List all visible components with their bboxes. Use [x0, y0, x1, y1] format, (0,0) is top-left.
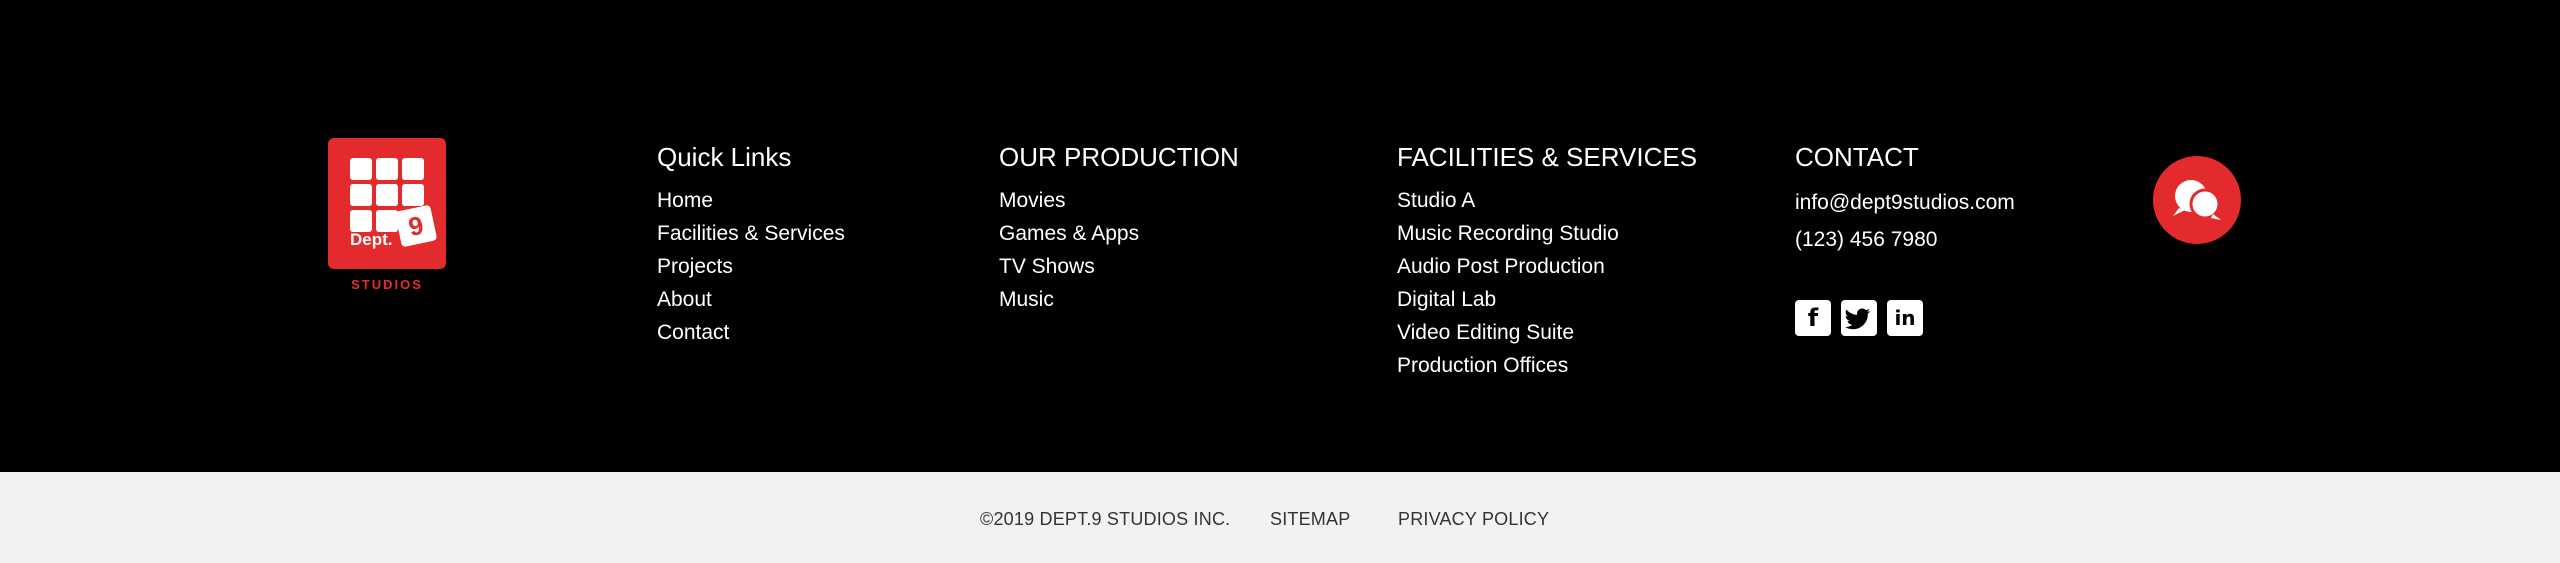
- facility-link-studio-a[interactable]: Studio A: [1397, 184, 1697, 217]
- twitter-bird-glyph: [1845, 308, 1870, 330]
- sitemap-link[interactable]: SITEMAP: [1270, 509, 1350, 530]
- production-link-games-apps[interactable]: Games & Apps: [999, 217, 1239, 250]
- logo-dept-text: Dept.: [350, 230, 393, 249]
- facility-link-video-editing[interactable]: Video Editing Suite: [1397, 316, 1697, 349]
- quick-links-column: Quick Links Home Facilities & Services P…: [657, 142, 845, 349]
- dept9-logo[interactable]: Dept. 9 STUDIOS: [328, 138, 446, 292]
- facilities-heading: FACILITIES & SERVICES: [1397, 142, 1698, 172]
- site-footer: Dept. 9 STUDIOS Quick Links Home Facilit…: [0, 0, 2560, 563]
- copyright-text: ©2019 DEPT.9 STUDIOS INC.: [980, 509, 1231, 529]
- logo-studios-text: STUDIOS: [351, 277, 423, 292]
- contact-heading: CONTACT: [1795, 142, 1919, 172]
- logo-mark: Dept. 9: [328, 138, 446, 269]
- facility-link-music-recording[interactable]: Music Recording Studio: [1397, 217, 1697, 250]
- twitter-icon[interactable]: [1841, 300, 1877, 336]
- facilities-column: FACILITIES & SERVICES Studio A Music Rec…: [1397, 142, 1697, 382]
- chat-button[interactable]: [2153, 156, 2241, 244]
- privacy-policy-link[interactable]: PRIVACY POLICY: [1398, 509, 1549, 530]
- facility-link-digital-lab[interactable]: Digital Lab: [1397, 283, 1697, 316]
- quick-link-projects[interactable]: Projects: [657, 250, 845, 283]
- contact-column: CONTACT info@dept9studios.com (123) 456 …: [1795, 142, 2015, 258]
- facility-link-production-offices[interactable]: Production Offices: [1397, 349, 1697, 382]
- quick-link-facilities[interactable]: Facilities & Services: [657, 217, 845, 250]
- logo-nine-badge: 9: [394, 204, 438, 248]
- contact-email[interactable]: info@dept9studios.com: [1795, 184, 2015, 221]
- quick-link-contact[interactable]: Contact: [657, 316, 845, 349]
- our-production-column: OUR PRODUCTION Movies Games & Apps TV Sh…: [999, 142, 1239, 316]
- our-production-heading: OUR PRODUCTION: [999, 142, 1239, 172]
- social-links: f in: [1795, 300, 1923, 336]
- copyright-bar: ©2019 DEPT.9 STUDIOS INC. SITEMAP PRIVAC…: [0, 472, 2560, 563]
- quick-link-about[interactable]: About: [657, 283, 845, 316]
- contact-phone[interactable]: (123) 456 7980: [1795, 221, 2015, 258]
- production-link-music[interactable]: Music: [999, 283, 1239, 316]
- production-link-movies[interactable]: Movies: [999, 184, 1239, 217]
- production-link-tv-shows[interactable]: TV Shows: [999, 250, 1239, 283]
- quick-links-heading: Quick Links: [657, 142, 792, 172]
- quick-link-home[interactable]: Home: [657, 184, 845, 217]
- facebook-icon[interactable]: f: [1795, 300, 1831, 336]
- chat-bubbles-icon: [2173, 180, 2221, 220]
- linkedin-icon[interactable]: in: [1887, 300, 1923, 336]
- facility-link-audio-post[interactable]: Audio Post Production: [1397, 250, 1697, 283]
